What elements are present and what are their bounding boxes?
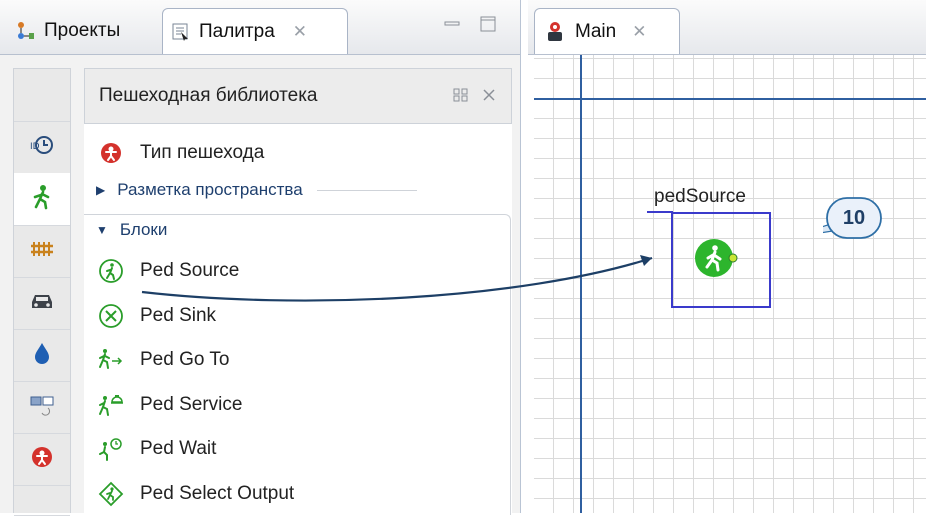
drag-arrow xyxy=(141,255,653,302)
callout-number: 10 xyxy=(842,206,866,229)
